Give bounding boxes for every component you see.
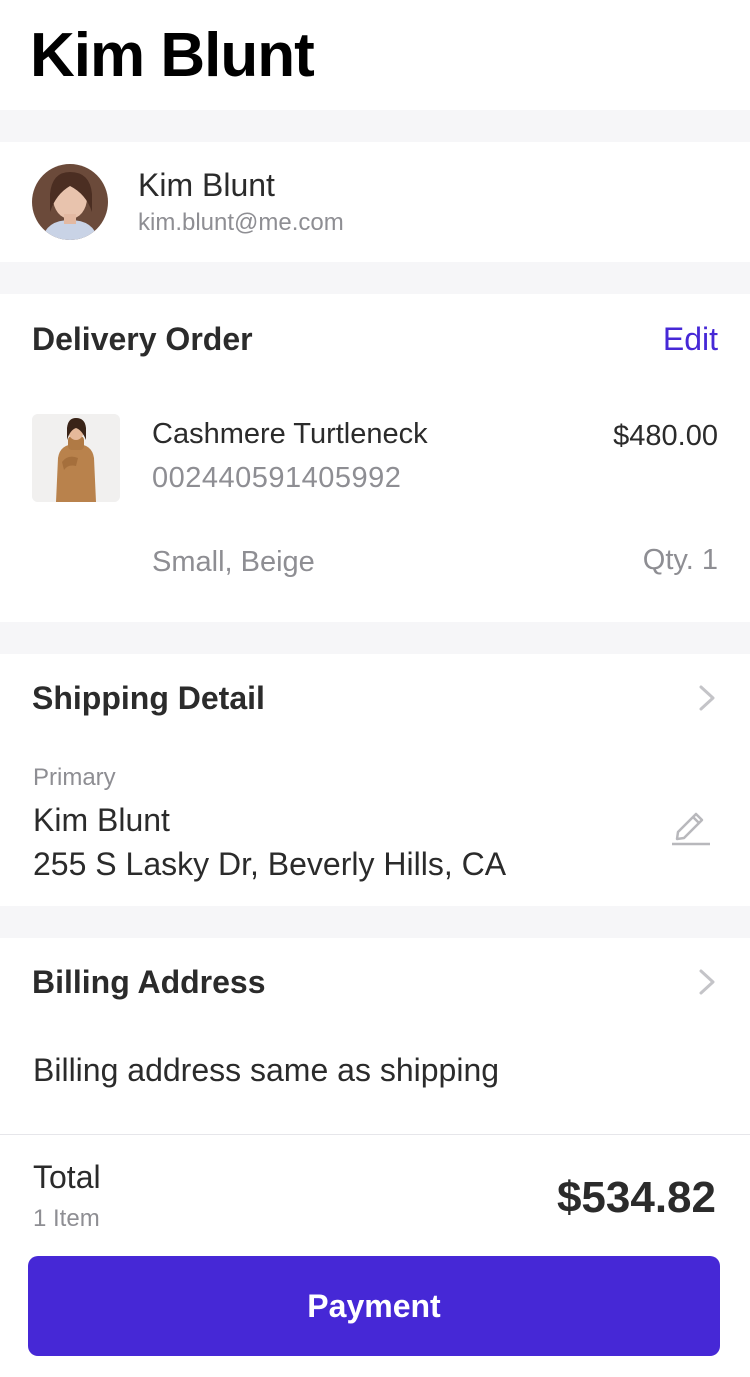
edit-order-button[interactable]: Edit (663, 321, 718, 358)
section-divider (0, 110, 750, 142)
shipping-address: 255 S Lasky Dr, Beverly Hills, CA (33, 846, 507, 882)
profile-name: Kim Blunt (138, 167, 275, 203)
chevron-right-icon[interactable] (696, 681, 718, 715)
section-divider (0, 622, 750, 654)
address-label: Primary (33, 764, 116, 791)
shipping-detail-title: Shipping Detail (32, 679, 265, 716)
page-title: Kim Blunt (30, 21, 315, 90)
shipping-detail-row[interactable]: Shipping Detail (0, 654, 750, 742)
product-price: $480.00 (613, 420, 718, 452)
avatar (32, 164, 108, 240)
total-label: Total (33, 1159, 101, 1195)
billing-address-text: Billing address same as shipping (33, 1052, 500, 1088)
total-amount: $534.82 (556, 1173, 716, 1222)
section-divider (0, 262, 750, 294)
delivery-order-title: Delivery Order (32, 320, 253, 357)
page-header: Kim Blunt (0, 0, 750, 110)
product-thumbnail (32, 414, 120, 502)
product-sku: 002440591405992 (152, 462, 402, 494)
section-divider (0, 906, 750, 938)
billing-address-row[interactable]: Billing Address (0, 938, 750, 1026)
shipping-name: Kim Blunt (33, 802, 170, 838)
chevron-right-icon[interactable] (696, 965, 718, 999)
product-name: Cashmere Turtleneck (152, 418, 428, 450)
profile-email: kim.blunt@me.com (138, 209, 344, 236)
billing-address-section: Billing Address Billing address same as … (0, 938, 750, 1114)
edit-pencil-icon[interactable] (668, 802, 712, 846)
product-variant: Small, Beige (152, 546, 315, 578)
order-item: Cashmere Turtleneck 002440591405992 $480… (0, 414, 750, 584)
checkout-footer: Total 1 Item $534.82 Payment (0, 1134, 750, 1377)
payment-button[interactable]: Payment (28, 1256, 720, 1356)
product-quantity: Qty. 1 (642, 544, 718, 576)
delivery-order-section: Delivery Order Edit Cashmere Turtleneck … (0, 294, 750, 622)
billing-address-title: Billing Address (32, 963, 266, 1000)
profile-card: Kim Blunt kim.blunt@me.com (0, 142, 750, 262)
shipping-detail-section: Shipping Detail Primary Kim Blunt 255 S … (0, 654, 750, 906)
item-count: 1 Item (33, 1205, 100, 1232)
